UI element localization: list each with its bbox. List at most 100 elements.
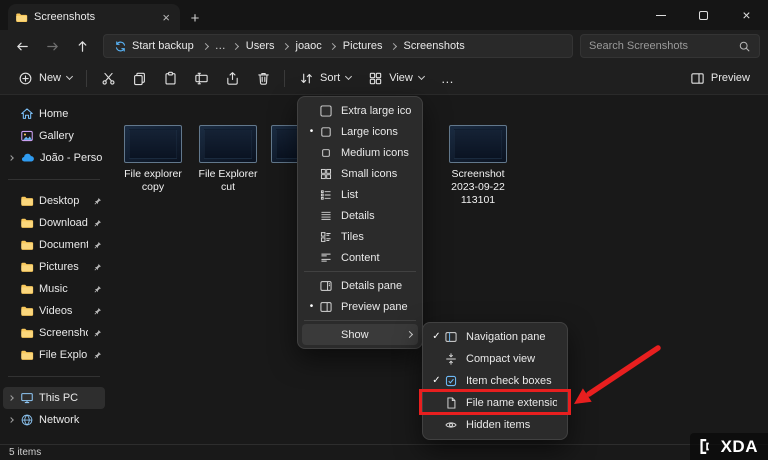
minimize-icon: [656, 15, 666, 16]
file-thumbnail: [449, 125, 507, 163]
sidebar-item-label: Music: [39, 283, 88, 295]
onedrive-cloud-icon: [20, 151, 35, 165]
menu-item-tiles[interactable]: Tiles: [302, 226, 418, 247]
sidebar-item-screenshots[interactable]: Screenshots: [3, 322, 105, 344]
paste-icon: [163, 71, 178, 86]
chevron-down-icon: [345, 73, 352, 80]
file-name: Screenshot 2023-09-22 113101: [442, 168, 514, 207]
sidebar-item-documents[interactable]: Documents: [3, 234, 105, 256]
up-button[interactable]: [68, 33, 96, 59]
back-button[interactable]: [8, 33, 36, 59]
close-icon: ×: [742, 8, 750, 22]
search-box[interactable]: [580, 34, 760, 58]
navigation-bar: Start backup … Users joaoc Pictures Scre…: [0, 30, 768, 62]
breadcrumb-pictures[interactable]: Pictures: [338, 40, 388, 52]
pin-icon: [93, 329, 102, 338]
pin-icon: [93, 241, 102, 250]
menu-item-hidden-items[interactable]: Hidden items: [427, 414, 563, 436]
menu-item-small-icons[interactable]: Small icons: [302, 163, 418, 184]
tab-screenshots[interactable]: Screenshots ×: [8, 4, 180, 30]
menu-item-medium-icons[interactable]: Medium icons: [302, 142, 418, 163]
back-arrow-icon: [15, 39, 30, 54]
breadcrumb-overflow[interactable]: …: [211, 40, 230, 52]
tiles-icon: [318, 229, 334, 245]
close-button[interactable]: ×: [725, 0, 768, 30]
tab-close-icon[interactable]: ×: [159, 11, 173, 24]
rename-button[interactable]: [186, 65, 216, 91]
item-check-boxes-icon: [443, 373, 459, 389]
forward-arrow-icon: [45, 39, 60, 54]
new-tab-button[interactable]: +: [182, 6, 208, 30]
breadcrumb-joaoc[interactable]: joaoc: [291, 40, 327, 52]
breadcrumb-users[interactable]: Users: [241, 40, 280, 52]
sidebar-item-onedrive[interactable]: João - Personal: [3, 147, 105, 169]
search-input[interactable]: [589, 40, 732, 52]
menu-item-list[interactable]: List: [302, 184, 418, 205]
menu-item-content[interactable]: Content: [302, 247, 418, 268]
navigation-pane-icon: [443, 329, 459, 345]
address-bar[interactable]: Start backup … Users joaoc Pictures Scre…: [103, 34, 573, 58]
preview-pane-icon: [318, 299, 334, 315]
file-item[interactable]: File explorer copy: [117, 125, 189, 194]
chevron-right-icon: [329, 42, 336, 49]
start-backup-button[interactable]: Start backup: [108, 36, 200, 56]
selected-bullet: •: [305, 127, 318, 137]
sidebar-item-videos[interactable]: Videos: [3, 300, 105, 322]
rename-icon: [194, 71, 209, 86]
more-options-button[interactable]: …: [433, 66, 463, 90]
sidebar-item-label: Downloads: [39, 217, 88, 229]
sidebar-item-label: This PC: [39, 392, 102, 404]
chevron-right-icon: [8, 155, 14, 161]
menu-item-extra-large-icons[interactable]: Extra large icons: [302, 100, 418, 121]
sidebar-item-downloads[interactable]: Downloads: [3, 212, 105, 234]
sidebar-item-file-explorer[interactable]: File Explorer: [3, 344, 105, 366]
up-arrow-icon: [75, 39, 90, 54]
xda-bracket-icon: [699, 438, 716, 455]
sidebar-item-pictures[interactable]: Pictures: [3, 256, 105, 278]
pin-icon: [93, 307, 102, 316]
file-item[interactable]: Screenshot 2023-09-22 113101: [442, 125, 514, 207]
menu-item-details-pane[interactable]: Details pane: [302, 275, 418, 296]
file-item[interactable]: File Explorer cut: [192, 125, 264, 194]
item-count: 5 items: [9, 447, 41, 458]
sidebar-item-music[interactable]: Music: [3, 278, 105, 300]
selected-bullet: •: [305, 302, 318, 312]
this-pc-icon: [20, 391, 34, 405]
extra-large-icons-icon: [318, 103, 334, 119]
view-button[interactable]: View: [360, 66, 432, 91]
menu-item-navigation-pane[interactable]: ✓ Navigation pane: [427, 326, 563, 348]
xda-watermark: XDA: [690, 433, 768, 460]
sidebar-item-network[interactable]: Network: [3, 409, 105, 431]
maximize-button[interactable]: [682, 0, 725, 30]
menu-item-preview-pane[interactable]: • Preview pane: [302, 296, 418, 317]
menu-item-compact-view[interactable]: Compact view: [427, 348, 563, 370]
sidebar-item-this-pc[interactable]: This PC: [3, 387, 105, 409]
sidebar-item-desktop[interactable]: Desktop: [3, 190, 105, 212]
share-button[interactable]: [217, 65, 247, 91]
sidebar-item-home[interactable]: Home: [3, 103, 105, 125]
sidebar-item-label: File Explorer: [39, 349, 88, 361]
chevron-right-icon: [232, 42, 239, 49]
folder-icon: [20, 216, 34, 230]
menu-divider: [304, 320, 416, 321]
menu-item-details[interactable]: Details: [302, 205, 418, 226]
sort-button[interactable]: Sort: [291, 66, 359, 91]
breadcrumb-screenshots[interactable]: Screenshots: [399, 40, 470, 52]
delete-button[interactable]: [248, 65, 278, 91]
pin-icon: [93, 197, 102, 206]
sort-icon: [299, 71, 314, 86]
menu-item-large-icons[interactable]: • Large icons: [302, 121, 418, 142]
forward-button[interactable]: [38, 33, 66, 59]
paste-button[interactable]: [155, 65, 185, 91]
gallery-icon: [20, 129, 34, 143]
submenu-arrow-icon: [406, 331, 413, 338]
menu-item-show[interactable]: Show: [302, 324, 418, 345]
cut-button[interactable]: [93, 65, 123, 91]
annotation-highlight-box: [419, 389, 571, 415]
preview-toggle-button[interactable]: Preview: [682, 66, 758, 91]
copy-button[interactable]: [124, 65, 154, 91]
minimize-button[interactable]: [639, 0, 682, 30]
new-button[interactable]: New: [10, 66, 80, 91]
home-icon: [20, 107, 34, 121]
sidebar-item-gallery[interactable]: Gallery: [3, 125, 105, 147]
